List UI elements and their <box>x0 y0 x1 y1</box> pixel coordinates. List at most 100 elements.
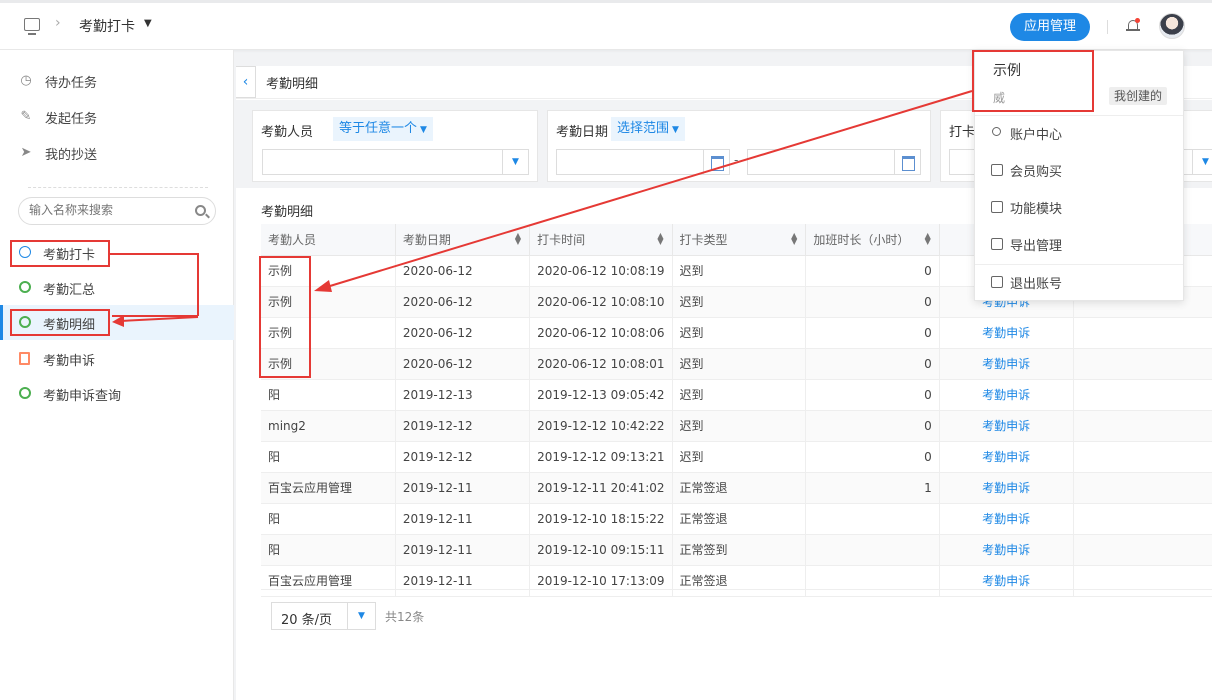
date-start-input[interactable] <box>556 149 730 175</box>
caret-down-icon[interactable]: ▼ <box>1192 150 1212 174</box>
back-button[interactable]: ‹ <box>236 66 256 98</box>
person-select[interactable]: ▼ <box>262 149 529 175</box>
app-manage-button[interactable]: 应用管理 <box>1010 13 1090 41</box>
table-cell: 2019-12-11 <box>395 534 531 566</box>
sidebar-item-todo[interactable]: ◷ 待办任务 <box>0 64 234 98</box>
column-header[interactable]: 打卡类型 ▲ ▼ <box>672 224 807 256</box>
column-header[interactable]: 考勤人员 <box>261 224 396 256</box>
sort-icon[interactable]: ▲ ▼ <box>925 232 931 246</box>
table-row[interactable]: 阳 2019-12-12 2019-12-12 09:13:21 迟到 0 考勤申诉 <box>261 441 1212 473</box>
filter-person: 考勤人员 等于任意一个 ▼ ▼ <box>252 110 538 182</box>
table-row[interactable]: 阳 2019-12-11 2019-12-10 09:15:11 正常签到 考勤申诉 <box>261 534 1212 566</box>
menu-item-label: 账户中心 <box>1010 128 1063 143</box>
bell-icon[interactable] <box>1126 18 1140 32</box>
caret-down-icon[interactable]: ▼ <box>347 603 375 629</box>
table-row[interactable]: 示例 2020-06-12 2020-06-12 10:08:01 迟到 0 考勤申诉 <box>261 348 1212 380</box>
column-label: 考勤日期 <box>402 232 451 247</box>
table-cell: 2020-06-12 10:08:10 <box>529 286 673 318</box>
send-icon: ➤ <box>20 145 32 160</box>
annotation-box-user <box>972 50 1094 112</box>
sidebar-item-label: 发起任务 <box>45 112 98 127</box>
table-cell: 2019-12-12 10:42:22 <box>529 410 673 442</box>
filter-date: 考勤日期 选择范围 ▼ - <box>547 110 931 182</box>
calendar-icon[interactable] <box>894 150 920 174</box>
table-cell <box>1073 410 1212 442</box>
table-cell: 0 <box>805 255 940 287</box>
table-cell: 阳 <box>261 441 396 473</box>
column-label: 打卡类型 <box>679 232 728 247</box>
sort-icon[interactable]: ▲ ▼ <box>515 232 521 246</box>
annotation-line <box>197 253 199 316</box>
sidebar-item-appeal-query[interactable]: 考勤申诉查询 <box>0 376 234 411</box>
total-count: 共12条 <box>385 610 425 624</box>
sidebar-item-appeal[interactable]: 考勤申诉 <box>0 341 234 376</box>
table-cell <box>1073 379 1212 411</box>
sort-icon[interactable]: ▲ ▼ <box>657 232 663 246</box>
column-header[interactable]: 考勤日期 ▲ ▼ <box>395 224 531 256</box>
table-row[interactable]: 百宝云应用管理 2019-12-11 2019-12-11 20:41:02 正常签退… <box>261 472 1212 504</box>
appeal-link[interactable]: 考勤申诉 <box>939 410 1074 442</box>
table-cell: 迟到 <box>672 255 807 287</box>
filter-operator[interactable]: 等于任意一个 ▼ <box>333 117 433 141</box>
table-cell: 正常签退 <box>672 472 807 504</box>
appeal-link[interactable]: 考勤申诉 <box>939 317 1074 349</box>
menu-item-export[interactable]: 导出管理 <box>991 234 1171 256</box>
table-cell: 0 <box>805 286 940 318</box>
monitor-icon[interactable] <box>24 18 40 35</box>
active-indicator <box>0 305 3 340</box>
status-badge: 我创建的 <box>1109 87 1168 105</box>
table-cell: 0 <box>805 348 940 380</box>
table-cell <box>805 503 940 535</box>
calendar-icon[interactable] <box>703 150 729 174</box>
table-cell: 2019-12-11 <box>395 503 531 535</box>
sort-icon[interactable]: ▲ ▼ <box>791 232 797 246</box>
filter-operator[interactable]: 选择范围 ▼ <box>611 117 685 141</box>
menu-item-membership[interactable]: 会员购买 <box>991 160 1171 182</box>
divider <box>975 264 1183 265</box>
caret-down-icon[interactable]: ▼ <box>502 150 528 174</box>
bag-icon <box>991 164 1003 176</box>
caret-down-icon[interactable]: ▼ <box>144 18 152 29</box>
page-size-select[interactable]: 20 条/页 ▼ <box>271 602 376 630</box>
table-cell: 2019-12-10 09:15:11 <box>529 534 673 566</box>
table-cell: 迟到 <box>672 379 807 411</box>
column-header[interactable]: 加班时长（小时） ▲ ▼ <box>805 224 940 256</box>
appeal-link[interactable]: 考勤申诉 <box>939 441 1074 473</box>
table-cell: 2019-12-12 09:13:21 <box>529 441 673 473</box>
appeal-link[interactable]: 考勤申诉 <box>939 503 1074 535</box>
puzzle-icon <box>991 201 1003 213</box>
table-cell: 迟到 <box>672 441 807 473</box>
avatar[interactable] <box>1159 13 1185 39</box>
table-row[interactable]: 示例 2020-06-12 2020-06-12 10:08:06 迟到 0 考勤申诉 <box>261 317 1212 349</box>
page-title: 考勤明细 <box>266 77 319 92</box>
table-row[interactable]: 阳 2019-12-11 2019-12-10 18:15:22 正常签退 考勤申诉 <box>261 503 1212 535</box>
column-label: 打卡时间 <box>537 232 586 247</box>
menu-item-modules[interactable]: 功能模块 <box>991 197 1171 219</box>
table-cell: 迟到 <box>672 410 807 442</box>
sidebar-search[interactable] <box>18 197 216 225</box>
appeal-link[interactable]: 考勤申诉 <box>939 534 1074 566</box>
sidebar-item-start-task[interactable]: ✎ 发起任务 <box>0 100 234 134</box>
search-icon[interactable] <box>195 205 206 216</box>
appeal-link[interactable]: 考勤申诉 <box>939 379 1074 411</box>
table-cell: 2019-12-13 <box>395 379 531 411</box>
date-end-input[interactable] <box>747 149 921 175</box>
table-cell: 2019-12-11 20:41:02 <box>529 472 673 504</box>
column-header[interactable]: 打卡时间 ▲ ▼ <box>529 224 673 256</box>
appeal-link[interactable]: 考勤申诉 <box>939 348 1074 380</box>
sidebar-item-label: 待办任务 <box>45 76 98 91</box>
annotation-box-names <box>259 256 311 378</box>
sidebar-item-cc[interactable]: ➤ 我的抄送 <box>0 136 234 170</box>
menu-item-logout[interactable]: 退出账号 <box>991 272 1171 294</box>
circle-icon <box>19 281 31 293</box>
app-title[interactable]: 考勤打卡 <box>79 16 135 36</box>
table-cell: 2020-06-12 <box>395 348 531 380</box>
appeal-link[interactable]: 考勤申诉 <box>939 472 1074 504</box>
menu-item-account[interactable]: 账户中心 <box>991 123 1171 145</box>
top-bar: › 考勤打卡 ▼ 应用管理 <box>0 0 1212 50</box>
search-input[interactable] <box>29 203 189 217</box>
table-cell <box>1073 348 1212 380</box>
user-icon <box>992 127 1001 136</box>
table-row[interactable]: ming2 2019-12-12 2019-12-12 10:42:22 迟到 0 考勤申… <box>261 410 1212 442</box>
table-row[interactable]: 阳 2019-12-13 2019-12-13 09:05:42 迟到 0 考勤申诉 <box>261 379 1212 411</box>
